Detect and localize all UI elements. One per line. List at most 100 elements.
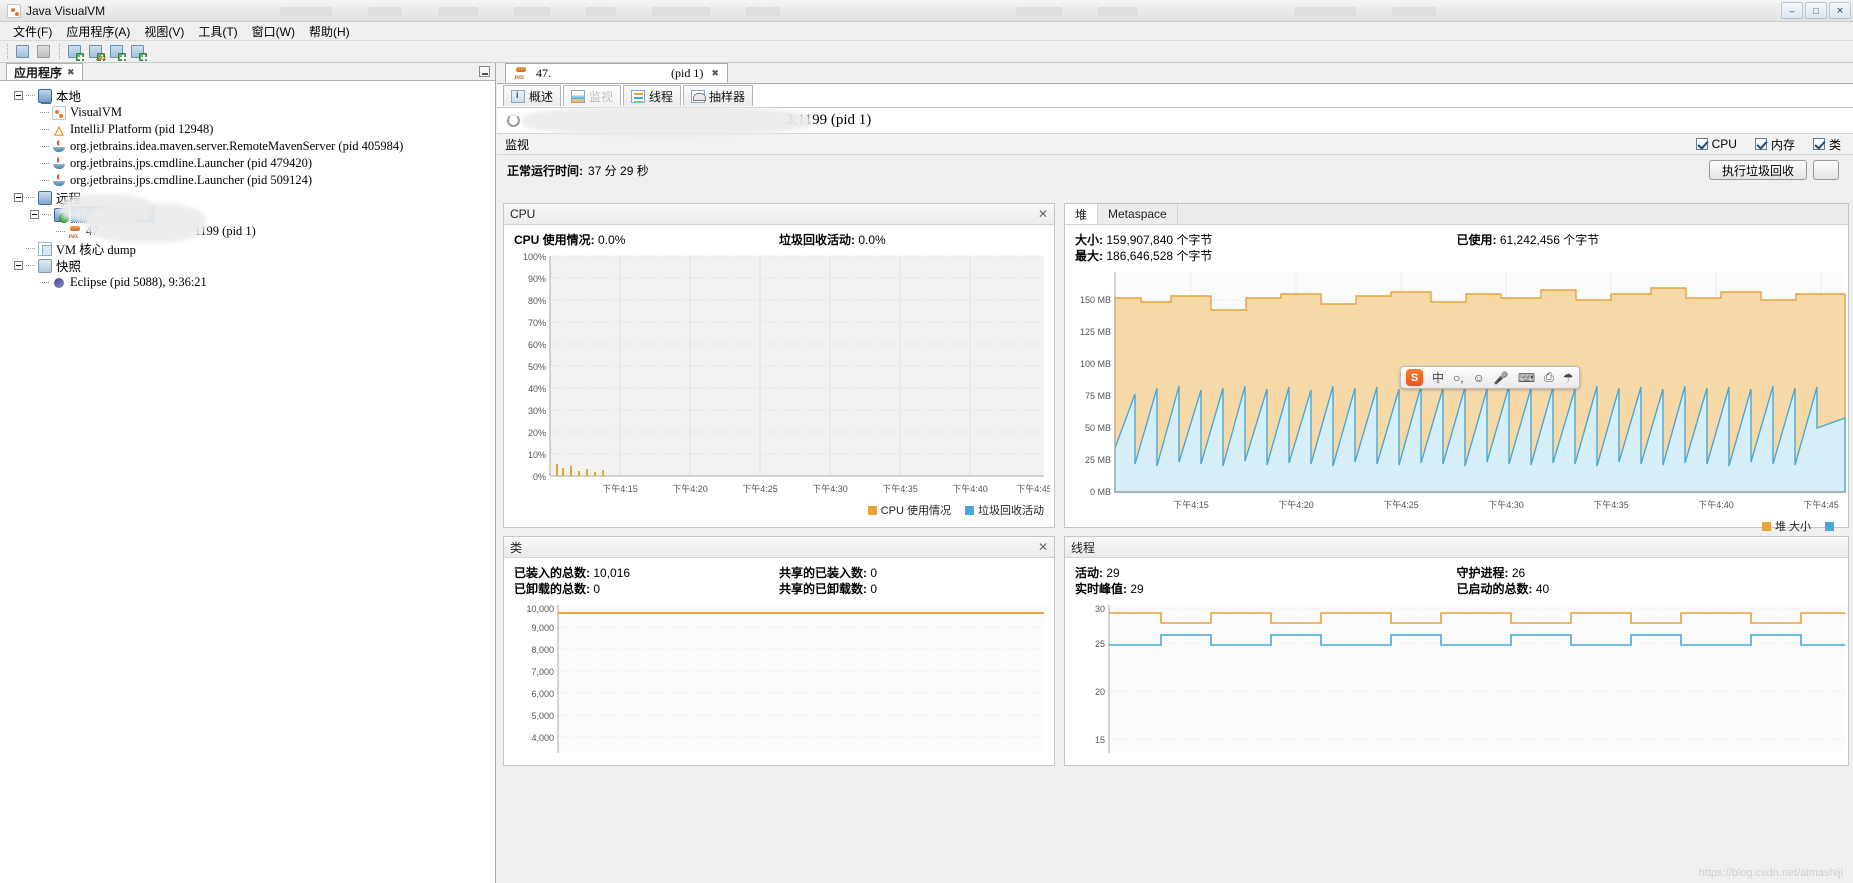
- svg-text:5,000: 5,000: [531, 711, 554, 721]
- add-remote-host-icon[interactable]: JMX: [87, 43, 106, 62]
- sogou-logo-icon[interactable]: S: [1406, 369, 1423, 386]
- tab-threads[interactable]: 线程: [623, 85, 682, 106]
- uptime-row: 正常运行时间: 37 分 29 秒 执行垃圾回收: [497, 155, 1853, 185]
- maximize-button[interactable]: □: [1805, 2, 1827, 19]
- tree-connector: [26, 265, 35, 266]
- minimize-button[interactable]: –: [1781, 2, 1803, 19]
- add-jmx-connection-icon[interactable]: [66, 43, 84, 61]
- threads-started-value: 40: [1535, 582, 1550, 596]
- ime-toolbox-icon[interactable]: ⎙: [1544, 370, 1554, 385]
- classes-unloaded-label: 已卸载的总数:: [514, 582, 590, 596]
- monitor-checkbox-group: CPU 内存 类: [1695, 136, 1845, 153]
- ime-keyboard-icon[interactable]: ⌨: [1518, 371, 1535, 385]
- heap-chart[interactable]: 150 MB 125 MB 100 MB 75 MB 50 MB 25 MB 0…: [1071, 268, 1846, 516]
- legend-swatch: [1761, 521, 1771, 531]
- tree-node-snapshots[interactable]: 快照: [8, 257, 495, 274]
- tab-monitor[interactable]: 监视: [563, 85, 622, 106]
- tab-metaspace[interactable]: Metaspace: [1098, 204, 1178, 224]
- ime-mode-chinese[interactable]: 中: [1432, 369, 1444, 386]
- checkbox-icon[interactable]: [1754, 138, 1767, 150]
- cpu-chart[interactable]: 100% 90% 80% 70% 60% 50% 40% 30% 20% 10%…: [510, 252, 1050, 500]
- perform-gc-button[interactable]: 执行垃圾回收: [1708, 160, 1807, 180]
- svg-text:90%: 90%: [528, 274, 546, 284]
- checkbox-icon[interactable]: [1695, 138, 1708, 150]
- open-file-icon[interactable]: [14, 43, 32, 61]
- tree-label: VisualVM: [70, 105, 123, 119]
- svg-text:80%: 80%: [528, 296, 546, 306]
- tab-heap[interactable]: 堆: [1065, 204, 1099, 224]
- tab-applications[interactable]: 应用程序 ✖: [6, 63, 83, 80]
- classes-chart[interactable]: 10,000 9,000 8,000 7,000 6,000 5,000 4,0…: [510, 601, 1048, 753]
- tree-node-jps-launcher-1[interactable]: org.jetbrains.jps.cmdline.Launcher (pid …: [8, 155, 495, 172]
- close-icon[interactable]: ✖: [67, 67, 75, 78]
- add-jmx-agent-icon[interactable]: [129, 43, 147, 61]
- close-icon[interactable]: ✖: [711, 68, 719, 79]
- applications-panel: 应用程序 ✖ 本地 VisualVM △ IntelliJ Platform (…: [0, 63, 496, 883]
- svg-text:40%: 40%: [528, 384, 546, 394]
- tree-node-local[interactable]: 本地: [8, 87, 495, 104]
- tree-node-jmx-connection[interactable]: JMX 47 1199 (pid 1): [8, 223, 495, 240]
- close-button[interactable]: ✕: [1829, 2, 1851, 19]
- menu-window[interactable]: 窗口(W): [245, 22, 302, 41]
- intellij-icon: △: [54, 122, 64, 137]
- svg-text:下午4:35: 下午4:35: [882, 483, 918, 494]
- ime-voice-icon[interactable]: 🎤: [1494, 371, 1509, 385]
- menu-file[interactable]: 文件(F): [6, 22, 59, 41]
- heap-max-value: 186,646,528 个字节: [1106, 249, 1213, 263]
- tree-node-remotemavenserver[interactable]: org.jetbrains.idea.maven.server.RemoteMa…: [8, 138, 495, 155]
- tree-node-vm-coredump[interactable]: VM 核心 dump: [8, 240, 495, 257]
- collapse-icon[interactable]: [30, 210, 39, 219]
- threads-chart[interactable]: 30 25 20 15: [1071, 601, 1845, 753]
- collapse-icon[interactable]: [14, 91, 23, 100]
- tree-label: org.jetbrains.idea.maven.server.RemoteMa…: [70, 139, 404, 153]
- checkbox-cpu[interactable]: CPU: [1695, 137, 1737, 151]
- window-controls[interactable]: – □ ✕: [1781, 2, 1851, 19]
- threads-started-label: 已启动的总数:: [1456, 582, 1533, 596]
- heap-max-label: 最大:: [1075, 249, 1103, 263]
- ime-skin-icon[interactable]: ☂: [1563, 371, 1574, 385]
- monitor-view: JMX 47. (pid 1) ✖ 概述 监视 线程 抽样器 3:1199 (p…: [497, 63, 1853, 883]
- checkbox-memory[interactable]: 内存: [1754, 136, 1795, 153]
- tree-label: org.jetbrains.jps.cmdline.Launcher (pid …: [70, 173, 313, 187]
- monitor-chart-icon: [571, 89, 586, 103]
- gc-activity-value: 0.0%: [858, 233, 886, 247]
- checkbox-icon[interactable]: [1812, 138, 1825, 150]
- tree-node-intellij[interactable]: △ IntelliJ Platform (pid 12948): [8, 121, 495, 138]
- svg-text:下午4:20: 下午4:20: [672, 483, 708, 494]
- tree-node-visualvm[interactable]: VisualVM: [8, 104, 495, 121]
- svg-text:0%: 0%: [533, 472, 546, 482]
- menu-applications[interactable]: 应用程序(A): [59, 22, 137, 41]
- svg-text:下午4:30: 下午4:30: [812, 483, 848, 494]
- svg-text:30%: 30%: [528, 406, 546, 416]
- save-file-icon[interactable]: [35, 43, 53, 61]
- menu-view[interactable]: 视图(V): [137, 22, 191, 41]
- checkbox-classes[interactable]: 类: [1812, 136, 1841, 153]
- tab-overview[interactable]: 概述: [503, 85, 562, 106]
- threads-daemon-value: 26: [1511, 566, 1526, 580]
- tree-node-eclipse-snapshot[interactable]: Eclipse (pid 5088), 9:36:21: [8, 274, 495, 291]
- document-tab-process[interactable]: JMX 47. (pid 1) ✖: [505, 63, 728, 83]
- tab-sampler[interactable]: 抽样器: [683, 85, 754, 106]
- heap-size-label: 大小:: [1075, 233, 1103, 247]
- collapse-icon[interactable]: [14, 193, 23, 202]
- add-vm-coredump-icon[interactable]: [108, 43, 126, 61]
- toolbar-separator: [59, 44, 60, 59]
- svg-text:下午4:15: 下午4:15: [602, 483, 638, 494]
- close-icon[interactable]: ✕: [1038, 207, 1048, 221]
- svg-text:100 MB: 100 MB: [1080, 359, 1111, 369]
- ime-toolbar[interactable]: S 中 ○, ☺ 🎤 ⌨ ⎙ ☂: [1400, 366, 1580, 389]
- heap-dump-button[interactable]: [1813, 160, 1839, 180]
- ime-punctuation-icon[interactable]: ○,: [1453, 371, 1464, 385]
- checkbox-classes-label: 类: [1828, 137, 1841, 152]
- tree-node-jps-launcher-2[interactable]: org.jetbrains.jps.cmdline.Launcher (pid …: [8, 172, 495, 189]
- tree-connector: [40, 163, 49, 164]
- close-icon[interactable]: ✕: [1038, 540, 1048, 554]
- svg-text:下午4:30: 下午4:30: [1488, 499, 1524, 510]
- menu-tools[interactable]: 工具(T): [191, 22, 244, 41]
- collapse-icon[interactable]: [14, 261, 23, 270]
- classes-panel-header: 类 ✕: [504, 537, 1054, 558]
- minimize-panel-button[interactable]: [479, 66, 490, 77]
- menu-help[interactable]: 帮助(H): [302, 22, 357, 41]
- tree-label: org.jetbrains.jps.cmdline.Launcher (pid …: [70, 156, 313, 170]
- ime-emoji-icon[interactable]: ☺: [1473, 371, 1485, 385]
